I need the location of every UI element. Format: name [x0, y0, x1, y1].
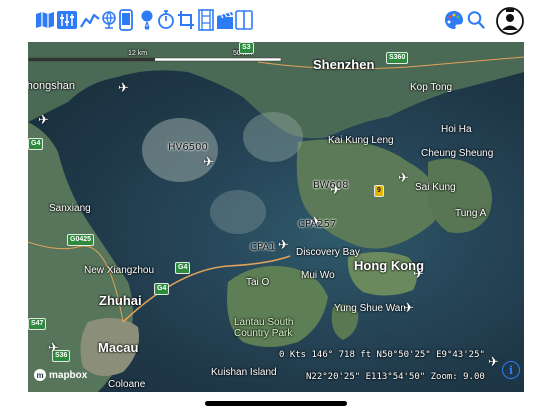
info-button[interactable]: i	[502, 361, 520, 379]
place-kuishan: Kuishan Island	[211, 367, 277, 378]
place-cheung-sheung: Cheung Sheung	[421, 148, 494, 159]
stopwatch-icon[interactable]	[156, 9, 176, 31]
road-shield-s360: S360	[386, 52, 409, 64]
palette-icon[interactable]	[444, 9, 464, 31]
place-sai-kung: Sai Kung	[415, 182, 456, 193]
place-zhuhai: Zhuhai	[99, 293, 142, 308]
place-macau: Macau	[98, 340, 139, 355]
aircraft-icon[interactable]: ✈	[203, 154, 214, 170]
place-coloane: Coloane	[108, 379, 146, 390]
clapper-icon[interactable]	[215, 9, 235, 31]
equalizer-icon[interactable]	[57, 9, 77, 31]
road-shield-g4: G4	[28, 138, 44, 150]
road-shield-9: 9	[374, 185, 384, 197]
badge-person-icon[interactable]	[496, 4, 524, 38]
place-discovery-bay: Discovery Bay	[296, 247, 360, 258]
balloon-icon[interactable]	[137, 9, 157, 31]
place-zhongshan: Zhongshan	[28, 80, 76, 92]
graph-icon[interactable]	[80, 9, 100, 31]
road-shield-s3: S3	[239, 42, 254, 54]
aircraft-icon[interactable]: ✈	[488, 354, 499, 370]
scale-label-12: 12 km	[128, 50, 148, 57]
telemetry-line-2: N22°20'25" E113°54'50" Zoom: 9.00	[306, 372, 485, 382]
telemetry-line-1: 0 Kts 146° 718 ft N50°50'25" E9°43'25"	[279, 350, 485, 360]
place-tung-a: Tung A	[455, 208, 487, 219]
map-layers-icon[interactable]	[35, 9, 55, 31]
mapbox-label: mapbox	[49, 369, 88, 381]
place-kop-tong: Kop Tong	[410, 82, 453, 93]
road-shield-s47: S47	[28, 318, 47, 330]
aircraft-icon[interactable]: ✈	[38, 112, 49, 128]
phone-icon[interactable]	[116, 9, 136, 31]
aircraft-icon[interactable]: ✈	[48, 340, 59, 356]
aircraft-icon[interactable]: ✈	[278, 237, 289, 253]
toolbar	[0, 0, 552, 42]
place-tai-o: Tai O	[246, 277, 270, 288]
aircraft-icon[interactable]: ✈	[398, 170, 409, 186]
place-yung-shue-wan: Yung Shue Wan	[334, 303, 406, 314]
search-icon[interactable]	[466, 9, 486, 31]
road-shield-g4-low: G4	[154, 283, 170, 295]
aircraft-callsign[interactable]: CPA257	[298, 219, 336, 230]
mapbox-logo[interactable]: m mapbox	[34, 369, 87, 381]
filmstrip-icon[interactable]	[196, 9, 216, 31]
map-view[interactable]: 12 km 50 km Zhongshan Shenzhen Kop Tong …	[28, 42, 524, 392]
place-hoi-ha: Hoi Ha	[441, 124, 472, 135]
mapbox-mark-icon: m	[34, 369, 46, 381]
place-kai-kung-leng: Kai Kung Leng	[328, 135, 394, 146]
aircraft-icon[interactable]: ✈	[403, 300, 414, 316]
road-shield-g0425: G0425	[67, 234, 95, 246]
crop-icon[interactable]	[176, 9, 196, 31]
place-sanxiang: Sanxiang	[49, 203, 91, 214]
road-shield-g4-mid: G4	[175, 262, 191, 274]
split-view-icon[interactable]	[234, 9, 254, 31]
aircraft-callsign[interactable]: CPA1	[250, 242, 276, 253]
home-indicator	[205, 401, 347, 406]
place-shenzhen: Shenzhen	[313, 57, 375, 72]
place-new-xiangzhou: New Xiangzhou	[84, 265, 155, 276]
place-lantau-park: Lantau South Country Park	[234, 317, 294, 339]
place-mui-wo: Mui Wo	[301, 270, 335, 281]
aircraft-icon[interactable]: ✈	[413, 266, 424, 282]
aircraft-callsign[interactable]: HV6500	[168, 142, 208, 153]
aircraft-icon[interactable]: ✈	[118, 80, 129, 96]
aircraft-callsign[interactable]: BW608	[313, 180, 348, 191]
